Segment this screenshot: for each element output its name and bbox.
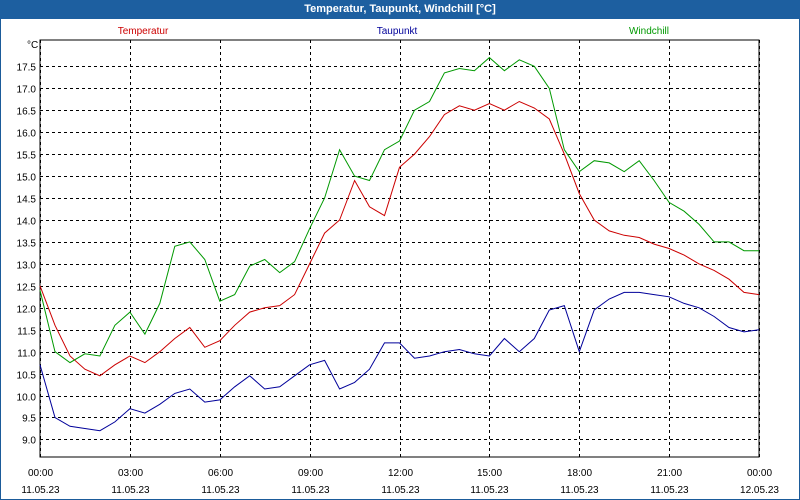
y-tick-label: 10.5 xyxy=(17,371,37,382)
x-tick-date: 11.05.23 xyxy=(470,485,509,496)
x-tick-time: 09:00 xyxy=(298,468,323,479)
y-tick-label: 10.0 xyxy=(17,393,37,404)
x-tick-time: 00:00 xyxy=(28,468,53,479)
y-tick-label: 12.0 xyxy=(17,305,37,316)
y-tick-label: 16.0 xyxy=(17,129,37,140)
x-tick-date: 11.05.23 xyxy=(111,485,150,496)
y-tick-label: 14.5 xyxy=(17,195,37,206)
y-tick-label: 16.5 xyxy=(17,107,37,118)
y-tick-label: 13.5 xyxy=(17,239,37,250)
x-tick-date: 11.05.23 xyxy=(560,485,599,496)
x-tick-time: 18:00 xyxy=(567,468,592,479)
y-tick-label: 17.5 xyxy=(17,63,37,74)
y-tick-label: 15.0 xyxy=(17,173,37,184)
x-axis-ticks: 00:00 11.05.23 03:00 11.05.23 06:00 11.05.23 0… xyxy=(21,468,779,496)
y-unit-label: °C xyxy=(27,40,38,51)
y-tick-label: 12.5 xyxy=(17,283,37,294)
y-tick-label: 11.5 xyxy=(17,327,36,338)
x-tick-date: 11.05.23 xyxy=(650,485,689,496)
x-tick-time: 03:00 xyxy=(118,468,143,479)
x-tick-date: 11.05.23 xyxy=(201,485,240,496)
y-tick-label: 9.5 xyxy=(22,414,36,425)
x-tick-date: 12.05.23 xyxy=(740,485,779,496)
x-tick-time: 12:00 xyxy=(388,468,413,479)
y-tick-label: 11.0 xyxy=(17,349,36,360)
plot-background xyxy=(40,40,759,457)
x-tick-date: 11.05.23 xyxy=(21,485,60,496)
legend: Temperatur Taupunkt Windchill xyxy=(118,26,669,37)
y-tick-label: 13.0 xyxy=(17,261,37,272)
y-tick-label: 14.0 xyxy=(17,217,37,228)
y-tick-label: 9.0 xyxy=(22,436,36,447)
y-tick-label: 17.0 xyxy=(17,85,37,96)
legend-windchill: Windchill xyxy=(629,26,669,37)
legend-temperatur: Temperatur xyxy=(118,26,169,37)
x-tick-time: 06:00 xyxy=(208,468,233,479)
x-tick-time: 15:00 xyxy=(477,468,502,479)
legend-taupunkt: Taupunkt xyxy=(377,26,418,37)
x-tick-date: 11.05.23 xyxy=(291,485,330,496)
chart: 9.0 9.5 10.0 10.5 11.0 11.5 12.0 12.5 13.0 13.5 14… xyxy=(17,26,780,496)
x-tick-time: 21:00 xyxy=(657,468,682,479)
x-tick-date: 11.05.23 xyxy=(381,485,420,496)
y-tick-label: 15.5 xyxy=(17,151,37,162)
y-axis-ticks: 9.0 9.5 10.0 10.5 11.0 11.5 12.0 12.5 13.0 13.5 14… xyxy=(17,63,37,447)
x-tick-time: 00:00 xyxy=(747,468,772,479)
